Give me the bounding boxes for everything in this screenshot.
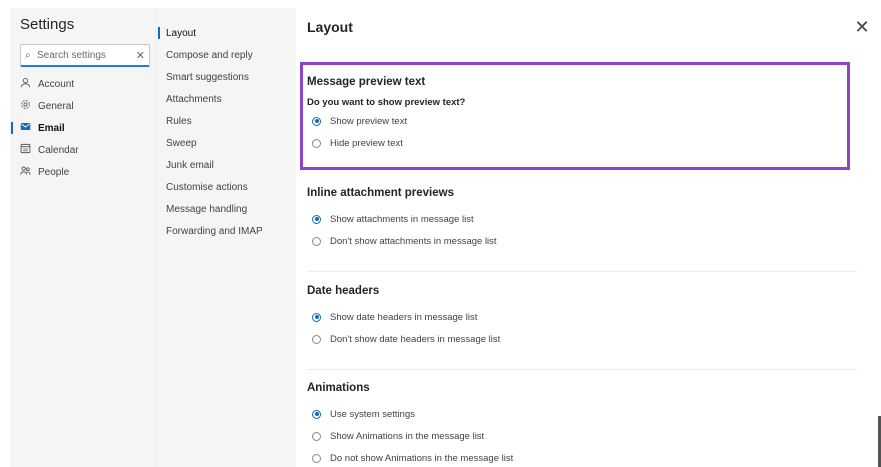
option-label: Don't show attachments in message list [330,235,497,247]
message-preview-section: Message preview text Do you want to show… [307,76,857,154]
nav-item-people[interactable]: People [20,161,155,183]
subnav-item-attachments[interactable]: Attachments [166,88,296,110]
settings-title: Settings [20,16,75,33]
layout-settings-pane: Layout ✕ Message preview text Do you wan… [296,8,881,467]
nav-item-label: Account [38,78,75,90]
radio-button[interactable] [312,334,321,344]
radio-show-date-headers[interactable]: Show date headers in message list [307,306,857,328]
subnav-item-forwarding-and-imap[interactable]: Forwarding and IMAP [166,220,296,242]
divider [307,271,857,272]
search-icon: ⌕ [25,49,31,61]
radio-dont-show-attachments[interactable]: Don't show attachments in message list [307,230,857,252]
close-icon: ✕ [854,16,870,37]
radio-do-not-show-animations[interactable]: Do not show Animations in the message li… [307,447,857,467]
animations-section: Animations Use system settings Show Anim… [307,382,857,467]
subnav-item-sweep[interactable]: Sweep [166,132,296,154]
option-label: Do not show Animations in the message li… [330,452,514,464]
nav-item-general[interactable]: General [20,95,155,117]
subnav-item-layout[interactable]: Layout [158,22,296,44]
search-box[interactable]: ⌕ ✕ [20,44,150,67]
search-input[interactable] [37,49,123,61]
subnav-item-compose-and-reply[interactable]: Compose and reply [166,44,296,66]
option-label: Show Animations in the message list [330,430,485,442]
settings-window: Settings ⌕ ✕ Account General Email [10,8,881,467]
option-label: Don't show date headers in message list [330,333,501,345]
close-button[interactable]: ✕ [852,17,872,37]
radio-hide-preview-text[interactable]: Hide preview text [307,132,857,154]
section-heading: Animations [307,382,370,394]
subnav-item-junk-email[interactable]: Junk email [166,154,296,176]
section-heading: Message preview text [307,76,426,88]
section-heading: Inline attachment previews [307,187,454,199]
nav-item-email[interactable]: Email [11,117,155,139]
calendar-icon [20,143,38,157]
person-icon [20,77,38,91]
radio-dont-show-date-headers[interactable]: Don't show date headers in message list [307,328,857,350]
radio-button[interactable] [312,214,321,224]
inline-attachment-section: Inline attachment previews Show attachme… [307,187,857,252]
subnav-item-customise-actions[interactable]: Customise actions [166,176,296,198]
radio-button[interactable] [312,409,321,419]
people-icon [20,165,38,179]
page-title: Layout [307,19,353,35]
subnav-item-smart-suggestions[interactable]: Smart suggestions [166,66,296,88]
nav-item-account[interactable]: Account [20,73,155,95]
settings-nav: Settings ⌕ ✕ Account General Email [10,8,155,467]
subnav-item-message-handling[interactable]: Message handling [166,198,296,220]
date-headers-section: Date headers Show date headers in messag… [307,285,857,350]
gear-icon [20,99,38,113]
option-label: Show attachments in message list [330,213,474,225]
option-label: Use system settings [330,408,415,420]
option-label: Hide preview text [330,137,403,149]
radio-button[interactable] [312,453,321,463]
nav-item-label: Calendar [38,144,79,156]
radio-button[interactable] [312,116,321,126]
nav-item-label: Email [38,122,65,134]
radio-button[interactable] [312,138,321,148]
radio-button[interactable] [312,312,321,322]
nav-item-calendar[interactable]: Calendar [20,139,155,161]
radio-button[interactable] [312,236,321,246]
nav-item-label: People [38,166,70,178]
divider [307,369,857,370]
radio-show-animations[interactable]: Show Animations in the message list [307,425,857,447]
radio-use-system-settings[interactable]: Use system settings [307,403,857,425]
option-label: Show preview text [330,115,408,127]
mail-icon [20,121,38,135]
section-question: Do you want to show preview text? [307,97,466,108]
radio-show-preview-text[interactable]: Show preview text [307,110,857,132]
radio-button[interactable] [312,431,321,441]
subnav-item-rules[interactable]: Rules [166,110,296,132]
nav-item-label: General [38,100,74,112]
radio-show-attachments[interactable]: Show attachments in message list [307,208,857,230]
email-subnav: Layout Compose and reply Smart suggestio… [155,8,296,467]
option-label: Show date headers in message list [330,311,478,323]
section-heading: Date headers [307,285,380,297]
clear-search-icon[interactable]: ✕ [136,49,145,62]
